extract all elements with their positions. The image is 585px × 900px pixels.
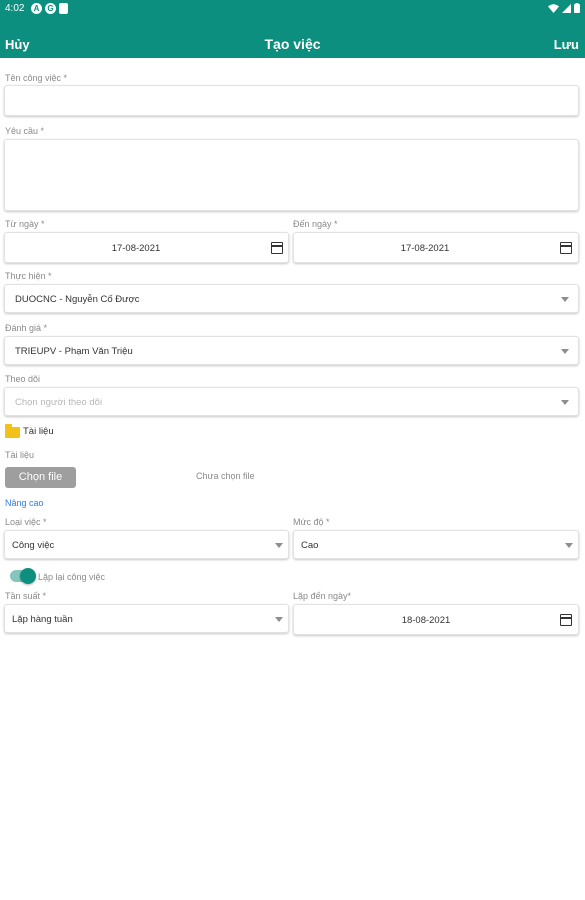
system-icons <box>548 3 580 13</box>
task-type-label: Loại việc * <box>5 517 47 527</box>
calendar-icon[interactable] <box>560 614 572 626</box>
notification-a-icon: A <box>31 3 42 14</box>
reviewer-select[interactable]: TRIEUPV - Phạm Văn Triệu <box>4 336 579 365</box>
from-date-value: 17-08-2021 <box>111 243 161 254</box>
task-name-input[interactable] <box>4 85 579 116</box>
task-type-value: Công việc <box>12 540 55 551</box>
to-date-value: 17-08-2021 <box>400 243 450 254</box>
file-label: Tài liệu <box>5 450 35 460</box>
repeat-until-input[interactable]: 18-08-2021 <box>293 604 579 635</box>
status-bar: 4:02 A G <box>0 0 585 18</box>
to-date-input[interactable]: 17-08-2021 <box>293 232 579 263</box>
chevron-down-icon <box>561 349 569 354</box>
advanced-link[interactable]: Nâng cao <box>5 498 44 508</box>
status-time: 4:02 <box>5 3 25 14</box>
chevron-down-icon <box>561 400 569 405</box>
save-button[interactable]: Lưu <box>554 37 579 52</box>
requirement-textarea[interactable] <box>4 139 579 211</box>
assignee-select[interactable]: DUOCNC - Nguyễn Cố Được <box>4 284 579 313</box>
notification-icons: A G <box>31 3 68 14</box>
priority-value: Cao <box>301 540 319 551</box>
reviewer-label: Đánh giá * <box>5 323 48 333</box>
repeat-label: Lặp lại công việc <box>38 572 106 582</box>
chevron-down-icon <box>275 543 283 548</box>
followers-placeholder: Chọn người theo dõi <box>15 397 103 408</box>
priority-select[interactable]: Cao <box>293 530 579 559</box>
from-date-input[interactable]: 17-08-2021 <box>4 232 289 263</box>
file-status: Chưa chọn file <box>196 471 255 481</box>
assignee-value: DUOCNC - Nguyễn Cố Được <box>15 294 140 305</box>
from-date-label: Từ ngày * <box>5 219 45 229</box>
repeat-until-value: 18-08-2021 <box>401 615 451 626</box>
calendar-icon[interactable] <box>271 242 283 254</box>
followers-label: Theo dõi <box>5 374 41 384</box>
app-bar: Hủy Tạo việc Lưu <box>0 18 585 58</box>
priority-label: Mức độ * <box>293 517 330 527</box>
clipboard-icon <box>59 3 68 14</box>
followers-select[interactable]: Chọn người theo dõi <box>4 387 579 416</box>
notification-g-icon: G <box>45 3 56 14</box>
reviewer-value: TRIEUPV - Phạm Văn Triệu <box>15 346 133 357</box>
requirement-label: Yêu cầu * <box>5 126 45 136</box>
repeat-toggle[interactable] <box>10 568 36 584</box>
assignee-label: Thực hiện * <box>5 271 52 281</box>
chevron-down-icon <box>561 297 569 302</box>
battery-icon <box>574 3 580 13</box>
frequency-label: Tần suất * <box>5 591 47 601</box>
cancel-button[interactable]: Hủy <box>5 37 30 52</box>
frequency-select[interactable]: Lặp hàng tuần <box>4 604 289 633</box>
frequency-value: Lặp hàng tuần <box>12 614 73 625</box>
wifi-icon <box>548 3 559 13</box>
toggle-knob <box>20 568 36 584</box>
calendar-icon[interactable] <box>560 242 572 254</box>
task-name-label: Tên công việc * <box>5 73 68 83</box>
task-type-select[interactable]: Công việc <box>4 530 289 559</box>
documents-section-title: Tài liệu <box>23 426 54 437</box>
chevron-down-icon <box>275 617 283 622</box>
signal-icon <box>562 3 571 13</box>
repeat-until-label: Lặp đến ngày* <box>293 591 352 601</box>
chevron-down-icon <box>565 543 573 548</box>
page-title: Tạo việc <box>264 36 321 52</box>
choose-file-button[interactable]: Chọn file <box>5 467 76 488</box>
folder-icon <box>5 424 20 438</box>
to-date-label: Đến ngày * <box>293 219 338 229</box>
